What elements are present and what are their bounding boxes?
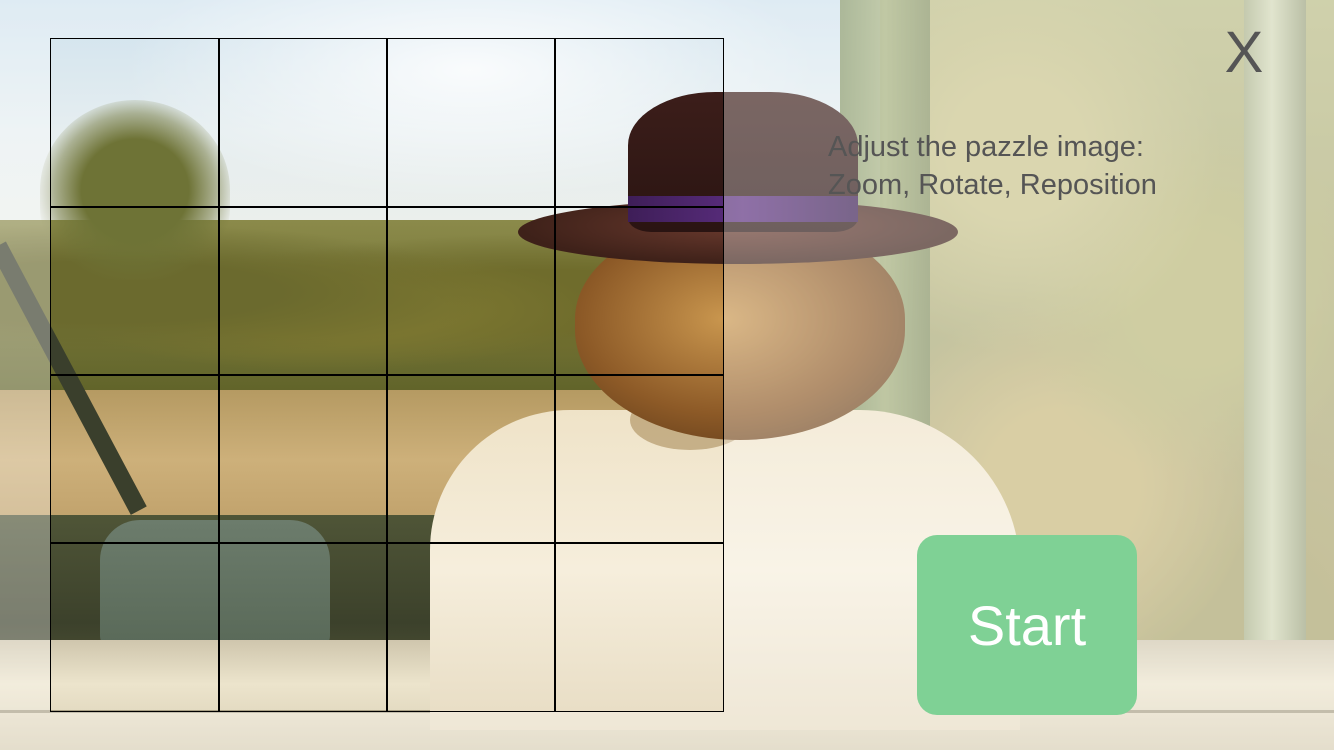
grid-line-horizontal [51, 542, 723, 544]
start-button[interactable]: Start [917, 535, 1137, 715]
instructions-line-2: Zoom, Rotate, Reposition [828, 169, 1157, 201]
puzzle-setup-screen: X Adjust the pazzle image: Zoom, Rotate,… [0, 0, 1334, 750]
instructions-text: Adjust the pazzle image: Zoom, Rotate, R… [828, 128, 1248, 204]
grid-line-horizontal [51, 206, 723, 208]
close-button[interactable]: X [1214, 22, 1274, 84]
puzzle-grid[interactable] [50, 38, 724, 712]
close-icon: X [1224, 20, 1264, 85]
grid-line-horizontal [51, 374, 723, 376]
overlay-bottom [0, 712, 1334, 750]
overlay-left [0, 38, 50, 712]
instructions-line-1: Adjust the pazzle image: [828, 131, 1144, 163]
start-button-label: Start [967, 593, 1087, 657]
overlay-top [0, 0, 1334, 38]
